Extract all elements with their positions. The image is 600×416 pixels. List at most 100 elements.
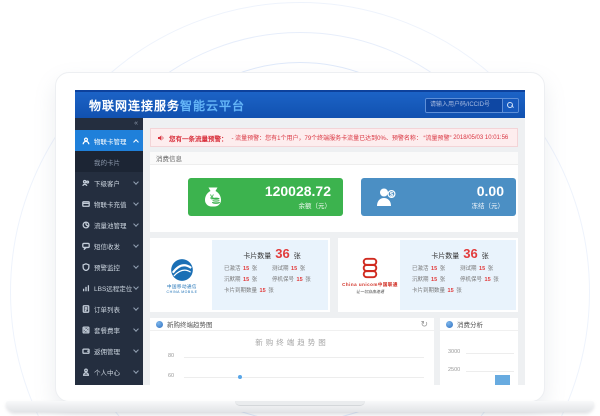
main-content: 您有一条流量预警： - 流量预警：您有1个用户，79个终端服务卡流量已达到0%、… (143, 118, 525, 385)
grid-icon (82, 326, 90, 334)
header-search (425, 98, 519, 113)
magnifier-icon (507, 102, 514, 109)
china-unicom-stats: 卡片数量 36 张 已激活 15 张 测试期 15 张 沉默期 15 张 停机保… (400, 240, 516, 310)
stat-suspended: 停机保号 15 张 (272, 275, 320, 283)
frozen-amount: 0.00 (398, 184, 504, 199)
sidebar-item-data-pool[interactable]: 流量池管理 (75, 214, 143, 235)
sidebar-item-personal-center[interactable]: 个人中心 (75, 361, 143, 382)
card-count-row: 卡片数量 36 张 (224, 246, 320, 261)
y-tick-3000: 3000 (448, 349, 460, 355)
china-mobile-card: 中国移动通信 CHINA MOBILE 卡片数量 36 张 已 (150, 238, 330, 312)
chevron-down-icon (133, 368, 139, 374)
chevron-down-icon (133, 326, 139, 332)
chevron-down-icon (133, 263, 139, 269)
user-dollar-icon: $ (374, 185, 398, 209)
card-count-value: 36 (275, 246, 289, 261)
money-bag-icon: ¥ (201, 185, 225, 209)
gridline (184, 357, 424, 358)
sidebar-item-order-list[interactable]: 订单列表 (75, 298, 143, 319)
china-unicom-card: China unicom中国联通 让一切自由连通 卡片数量 36 张 (338, 238, 518, 312)
stat-testing: 测试期 15 张 (460, 264, 508, 272)
card-count-row: 卡片数量 36 张 (412, 246, 508, 261)
user-icon (82, 137, 90, 145)
search-button[interactable] (502, 98, 518, 113)
speaker-icon (157, 134, 165, 142)
sidebar-subitem-my-cards[interactable]: 我的卡片 (75, 151, 143, 172)
app-header: 物联网连接服务智能云平台 (75, 90, 525, 118)
svg-text:$: $ (390, 191, 394, 198)
operator-cards-row: 中国移动通信 CHINA MOBILE 卡片数量 36 张 已 (150, 238, 518, 312)
chevron-down-icon (133, 200, 139, 206)
sidebar-item-card-recharge[interactable]: 物联卡充值 (75, 193, 143, 214)
sidebar-item-alert-monitor[interactable]: 预警监控 (75, 256, 143, 277)
shield-icon (82, 263, 90, 271)
card-icon (82, 200, 90, 208)
y-tick-2500: 2500 (448, 367, 460, 373)
laptop-notch (235, 401, 365, 406)
stat-activated: 已激活 15 张 (224, 264, 272, 272)
card-count-value: 36 (463, 246, 477, 261)
chevron-up-icon (133, 139, 139, 145)
refresh-icon[interactable]: ↻ (420, 320, 428, 329)
china-mobile-logo-icon (169, 257, 195, 283)
laptop-frame: 物联网连接服务智能云平台 « 物联卡管理 (55, 72, 545, 402)
analysis-chart-panel: 消费分析 3000 2500 (440, 318, 518, 385)
dashboard-screen: 物联网连接服务智能云平台 « 物联卡管理 (75, 90, 525, 385)
sidebar-item-lbs-location[interactable]: LBS远程定位 (75, 277, 143, 298)
sidebar-item-plan-rates[interactable]: 套餐费率 (75, 319, 143, 340)
sidebar-item-card-management[interactable]: 物联卡管理 (75, 130, 143, 151)
chevron-down-icon (133, 305, 139, 311)
china-unicom-slogan: 让一切自由连通 (356, 289, 384, 295)
frozen-values: 0.00 冻结（元） (398, 184, 504, 210)
app-body: « 物联卡管理 我的卡片 下级客户 (75, 118, 525, 385)
chevron-down-icon (133, 179, 139, 185)
search-input[interactable] (426, 99, 502, 112)
analysis-panel-title: 消费分析 (457, 319, 483, 329)
stat-silent: 沉默期 15 张 (224, 275, 272, 283)
charts-row: 新购终端趋势图 ↻ 新购终端趋势图 80 60 (150, 318, 518, 385)
analysis-chart: 3000 2500 (440, 331, 518, 385)
card-stats-grid: 已激活 15 张 测试期 15 张 沉默期 15 张 停机保号 15 张 (412, 264, 508, 283)
consumption-cards: ¥ 120028.72 余额（元） $ 0.00 冻结（元） (150, 165, 518, 216)
gridline (466, 353, 514, 354)
stat-expiring: 卡片到期数量 15 张 (412, 286, 508, 294)
document-icon (82, 305, 90, 313)
balance-card: ¥ 120028.72 余额（元） (188, 178, 343, 216)
traffic-alert-banner: 您有一条流量预警： - 流量预警：您有1个用户，79个终端服务卡流量已达到0%、… (150, 128, 518, 147)
trend-chart-panel: 新购终端趋势图 ↻ 新购终端趋势图 80 60 (150, 318, 434, 385)
data-point (238, 375, 242, 379)
china-unicom-logo-icon (357, 255, 383, 281)
trend-chart: 新购终端趋势图 80 60 (150, 331, 434, 385)
trend-chart-title: 新购终端趋势图 (150, 337, 434, 348)
alert-timestamp: 2018/05/03 10:01:56 (453, 135, 508, 141)
y-tick-80: 80 (168, 353, 174, 359)
consumption-panel-title: 消费信息 (150, 152, 518, 165)
consumption-panel: 消费信息 ¥ 120028.72 余额（元） $ (150, 152, 518, 232)
pie-icon (82, 221, 90, 229)
balance-values: 120028.72 余额（元） (225, 184, 331, 210)
balance-label: 余额（元） (225, 200, 331, 210)
sidebar-item-commission[interactable]: 返佣管理 (75, 340, 143, 361)
app-title: 物联网连接服务智能云平台 (89, 97, 245, 114)
svg-text:¥: ¥ (210, 195, 214, 202)
stat-activated: 已激活 15 张 (412, 264, 460, 272)
sidebar-item-sms[interactable]: 短信收发 (75, 235, 143, 256)
sidebar-item-sub-customers[interactable]: 下级客户 (75, 172, 143, 193)
china-mobile-stats: 卡片数量 36 张 已激活 15 张 测试期 15 张 沉默期 15 张 停机保… (212, 240, 328, 310)
gridline (466, 371, 514, 372)
china-mobile-text-en: CHINA MOBILE (167, 290, 198, 294)
page-background: 物联网连接服务智能云平台 « 物联卡管理 (0, 0, 600, 416)
app-title-secondary: 智能云平台 (180, 99, 245, 113)
wallet-icon (82, 347, 90, 355)
sidebar: « 物联卡管理 我的卡片 下级客户 (75, 118, 143, 385)
gridline (184, 377, 424, 378)
stat-expiring: 卡片到期数量 15 张 (224, 286, 320, 294)
frozen-card: $ 0.00 冻结（元） (361, 178, 516, 216)
sidebar-collapse-icon[interactable]: « (75, 118, 143, 130)
stat-testing: 测试期 15 张 (272, 264, 320, 272)
chevron-down-icon (133, 221, 139, 227)
message-icon (82, 242, 90, 250)
china-unicom-text: China unicom中国联通 (342, 282, 398, 288)
frozen-label: 冻结（元） (398, 200, 504, 210)
y-tick-60: 60 (168, 373, 174, 379)
